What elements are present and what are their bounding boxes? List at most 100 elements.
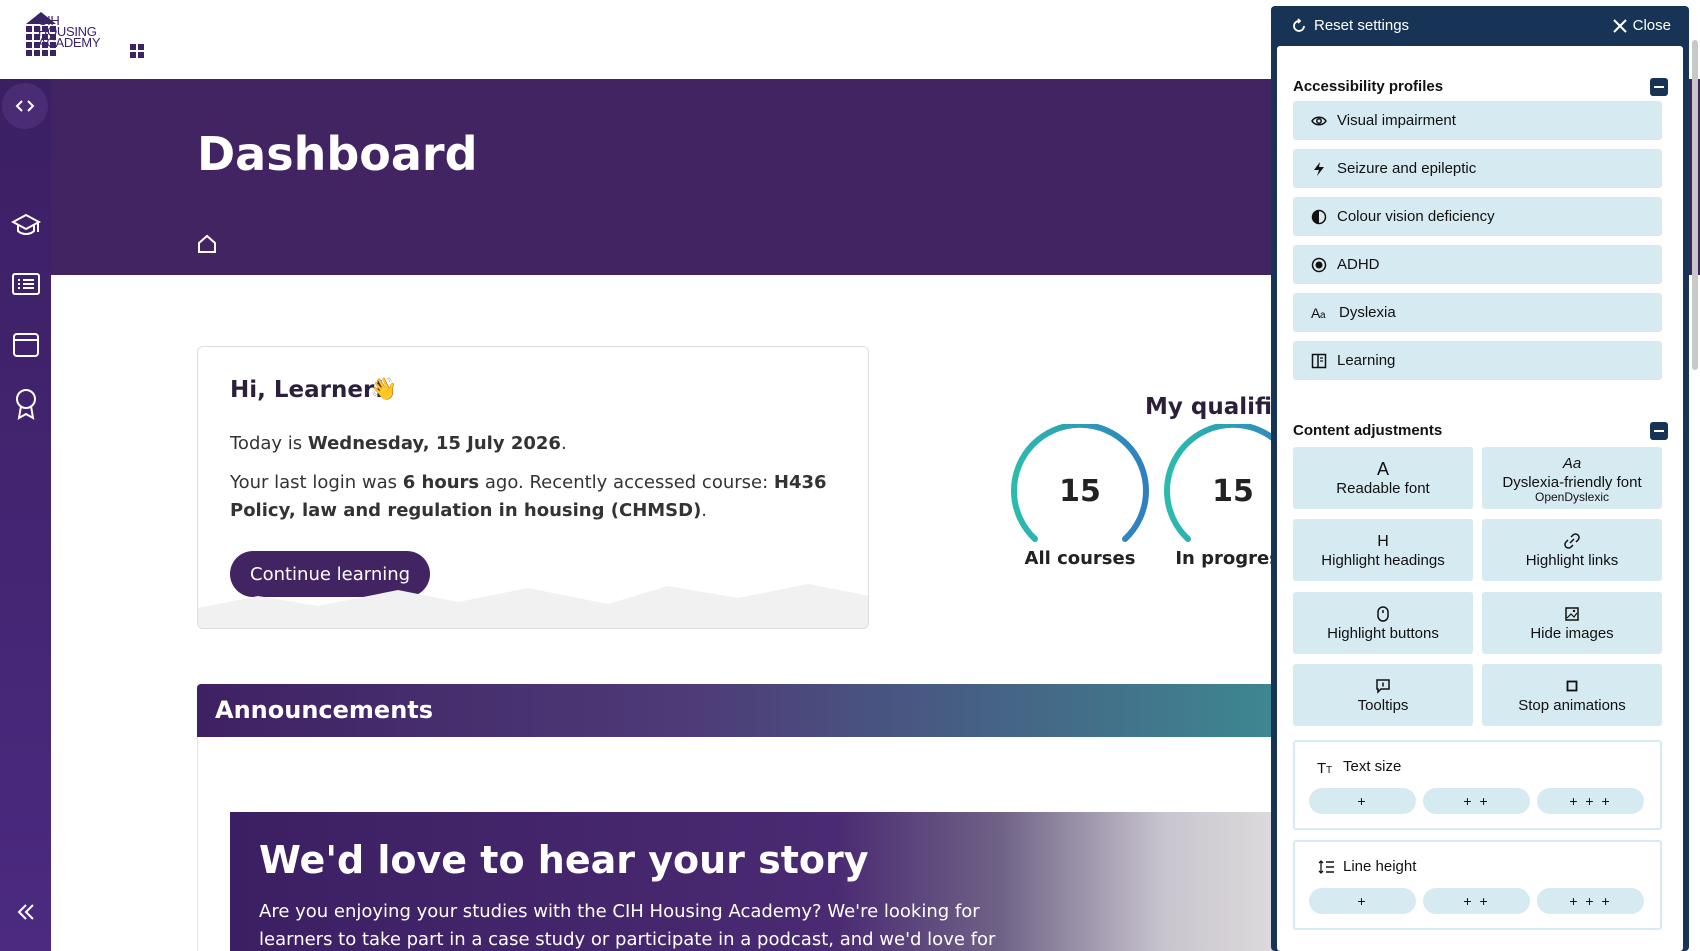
profile-label: Colour vision deficiency [1337, 208, 1495, 225]
reset-label: Reset settings [1314, 17, 1410, 34]
home-icon[interactable] [197, 234, 217, 254]
eye-icon [1311, 116, 1327, 125]
tooltip-icon [1375, 676, 1391, 696]
tile-label: Highlight links [1525, 552, 1619, 569]
line-height-control: Line height + + + + + + [1293, 840, 1662, 930]
heading-glyph: H [1377, 532, 1389, 550]
today-date: Wednesday, 15 July 2026 [307, 433, 561, 454]
contrast-icon [1311, 209, 1327, 224]
gauge-value: 15 [1059, 474, 1101, 509]
text-size-control: TT Text size + + + + + + [1293, 740, 1662, 830]
page-title: Dashboard [197, 127, 478, 181]
readable-font-icon: A [1377, 459, 1389, 479]
collapse-profiles-button[interactable] [1650, 78, 1668, 96]
today-text: Today is Wednesday, 15 July 2026. [230, 433, 567, 454]
last-login-text: Your last login was 6 hours ago. Recentl… [230, 469, 830, 525]
book-icon [1311, 353, 1327, 368]
close-icon [1612, 18, 1627, 33]
collapse-rail-button[interactable] [0, 887, 51, 937]
profile-label: ADHD [1337, 256, 1380, 273]
greeting: Hi, Learner! [230, 377, 385, 403]
line-height-1-button[interactable]: + [1309, 888, 1416, 914]
left-rail [0, 79, 51, 951]
reset-settings-button[interactable]: Reset settings [1291, 17, 1409, 34]
profile-learning[interactable]: Learning [1293, 341, 1662, 380]
waving-hand-icon: 👋 [370, 377, 398, 402]
logo-text: CIH HOUSING ACADEMY [38, 14, 101, 49]
panel-scrollbar[interactable] [1692, 40, 1698, 370]
announcements-title: Announcements [215, 696, 434, 724]
story-title: We'd love to hear your story [259, 838, 869, 882]
profile-seizure[interactable]: Seizure and epileptic [1293, 149, 1662, 188]
target-icon [1311, 257, 1327, 272]
gauge-all-courses[interactable]: 15 All courses [1010, 421, 1150, 574]
tile-dyslexia-font[interactable]: Aa Dyslexia-friendly font OpenDyslexic [1482, 447, 1662, 509]
mouse-icon [1376, 604, 1390, 624]
refresh-icon [1293, 17, 1305, 32]
profile-label: Seizure and epileptic [1337, 160, 1477, 177]
tile-label: Readable font [1336, 480, 1430, 497]
line-height-label: Line height [1343, 858, 1417, 875]
tile-tooltips[interactable]: Tooltips [1293, 664, 1473, 726]
profile-label: Learning [1337, 352, 1396, 369]
text-size-title: TT Text size [1317, 758, 1401, 775]
list-icon [11, 273, 40, 295]
rail-courses-button[interactable] [0, 200, 51, 250]
login-mid: ago. Recently accessed course: [479, 472, 774, 493]
rail-badges-button[interactable] [0, 379, 51, 429]
stop-icon [1565, 676, 1579, 696]
tile-stop-animations[interactable]: Stop animations [1482, 664, 1662, 726]
svg-text:T: T [1326, 765, 1332, 774]
tile-label: Stop animations [1518, 697, 1626, 714]
tile-sublabel: OpenDyslexic [1534, 490, 1610, 504]
code-brackets-icon [15, 100, 35, 112]
collapse-content-button[interactable] [1650, 422, 1668, 440]
close-label: Close [1632, 17, 1671, 34]
tile-hide-images[interactable]: Hide images [1482, 592, 1662, 654]
profiles-title: Accessibility profiles [1293, 78, 1444, 95]
font-icon: Aa [1311, 305, 1326, 321]
rail-list-button[interactable] [0, 259, 51, 309]
tile-highlight-buttons[interactable]: Highlight buttons [1293, 592, 1473, 654]
login-suffix: . [701, 500, 708, 521]
profile-colour-vision[interactable]: Colour vision deficiency [1293, 197, 1662, 236]
close-panel-button[interactable]: Close [1612, 17, 1671, 34]
tile-highlight-links[interactable]: Highlight links [1482, 519, 1662, 581]
link-icon [1564, 531, 1580, 551]
profile-dyslexia[interactable]: Aa Dyslexia [1293, 293, 1662, 332]
calendar-icon [12, 333, 39, 357]
tile-highlight-headings[interactable]: H Highlight headings [1293, 519, 1473, 581]
content-adjustments-title: Content adjustments [1293, 422, 1443, 439]
line-height-3-button[interactable]: + + + [1537, 888, 1644, 914]
panel-body: Accessibility profiles Visual impairment… [1277, 46, 1683, 951]
profile-adhd[interactable]: ADHD [1293, 245, 1662, 284]
story-banner[interactable]: We'd love to hear your story Are you enj… [230, 812, 1330, 951]
tile-label: Tooltips [1357, 697, 1409, 714]
gauge-label: In progress [1175, 548, 1271, 569]
text-size-label: Text size [1343, 758, 1402, 775]
tile-readable-font[interactable]: A Readable font [1293, 447, 1473, 509]
text-size-1-button[interactable]: + [1309, 788, 1416, 814]
login-time: 6 hours [402, 472, 480, 493]
gauge-in-progress[interactable]: 15 In progress [1163, 424, 1271, 574]
svg-text:a: a [1320, 310, 1326, 321]
dyslexia-font-icon: Aa [1563, 453, 1581, 473]
graduation-cap-icon [10, 213, 41, 235]
gauge-label: All courses [1024, 548, 1136, 569]
dyslexia-font-glyph: Aa [1562, 454, 1582, 472]
decorative-mountains [198, 584, 868, 628]
tile-label: Highlight buttons [1327, 625, 1439, 642]
rail-calendar-button[interactable] [0, 319, 51, 369]
expand-rail-button[interactable] [2, 83, 48, 129]
tile-label: Highlight headings [1321, 552, 1445, 569]
bolt-icon [1314, 161, 1324, 176]
award-icon [15, 389, 36, 420]
story-text: Are you enjoying your studies with the C… [259, 901, 996, 950]
line-height-2-button[interactable]: + + [1423, 888, 1530, 914]
text-size-2-button[interactable]: + + [1423, 788, 1530, 814]
readable-font-glyph: A [1376, 458, 1389, 479]
text-size-3-button[interactable]: + + + [1537, 788, 1644, 814]
svg-text:T: T [1317, 760, 1326, 774]
image-icon [1564, 604, 1580, 624]
profile-visual-impairment[interactable]: Visual impairment [1293, 101, 1662, 140]
